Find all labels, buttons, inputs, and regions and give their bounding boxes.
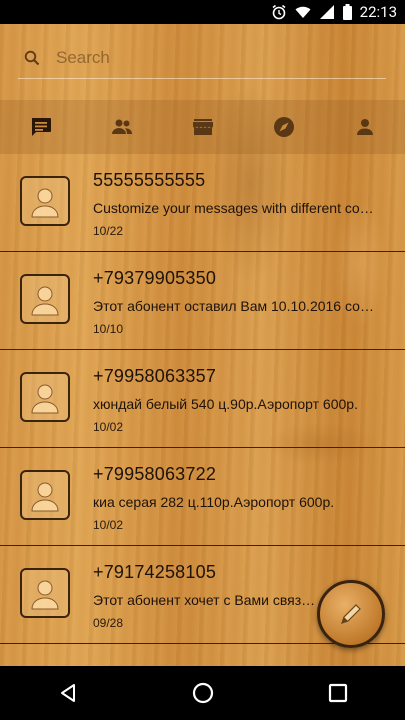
person-placeholder-icon [31,482,59,512]
conversation-list: 55555555555 Customize your messages with… [0,154,405,644]
contact-name: +79379905350 [93,268,217,288]
search-bar[interactable] [18,36,386,79]
avatar[interactable] [20,470,70,520]
message-date: 10/10 [93,322,124,336]
person-placeholder-icon [31,580,59,610]
contact-name: +79174258105 [93,562,217,582]
conversation-row[interactable]: +79958063722 киа серая 282 ц.110р.Аэропо… [0,448,405,546]
message-date: 10/02 [93,420,124,434]
profile-icon [356,119,373,135]
tab-discover[interactable] [243,100,324,154]
home-button[interactable] [173,666,233,720]
person-placeholder-icon [31,286,59,316]
battery-icon [342,4,352,20]
contacts-icon [111,119,132,134]
conversation-row[interactable]: +79379905350 Этот абонент оставил Вам 10… [0,252,405,350]
avatar[interactable] [20,372,70,422]
avatar[interactable] [20,568,70,618]
search-icon[interactable] [24,50,40,70]
message-preview: Этот абонент оставил Вам 10.10.2016 сооб… [93,298,375,314]
avatar[interactable] [20,176,70,226]
contact-name: +79958063357 [93,366,217,386]
recents-square-icon [328,683,347,703]
message-date: 09/28 [93,616,124,630]
tab-contacts[interactable] [81,100,162,154]
back-triangle-icon [60,684,75,702]
conversation-row[interactable]: +79958063357 хюндай белый 540 ц.90р.Аэро… [0,350,405,448]
home-circle-icon [192,682,213,704]
message-preview: Customize your messages with different c… [93,200,375,216]
wifi-icon [295,4,311,20]
search-input[interactable] [54,44,378,72]
back-button[interactable] [38,666,98,720]
message-preview: киа серая 282 ц.110р.Аэропорт 600р. [93,494,335,510]
tab-profile[interactable] [324,100,405,154]
signal-icon [319,4,335,20]
contact-name: 55555555555 [93,170,206,190]
tab-messages[interactable] [0,100,81,154]
message-preview: Этот абонент хочет с Вами связаться [93,592,318,608]
person-placeholder-icon [31,384,59,414]
tab-bar [0,100,405,154]
pencil-icon [341,604,361,624]
compass-icon [273,117,294,137]
person-placeholder-icon [31,188,59,218]
message-date: 10/22 [93,224,124,238]
navigation-bar [0,666,405,720]
alarm-icon [271,4,287,20]
tab-store[interactable] [162,100,243,154]
status-time: 22:13 [359,3,397,21]
message-preview: хюндай белый 540 ц.90р.Аэропорт 600р. [93,396,358,412]
contact-name: +79958063722 [93,464,217,484]
messages-icon [31,118,51,136]
status-bar: 22:13 [0,0,405,24]
compose-button[interactable] [317,580,385,648]
conversation-row[interactable]: 55555555555 Customize your messages with… [0,154,405,252]
message-date: 10/02 [93,518,124,532]
recents-button[interactable] [308,666,368,720]
store-icon [192,119,213,135]
avatar[interactable] [20,274,70,324]
